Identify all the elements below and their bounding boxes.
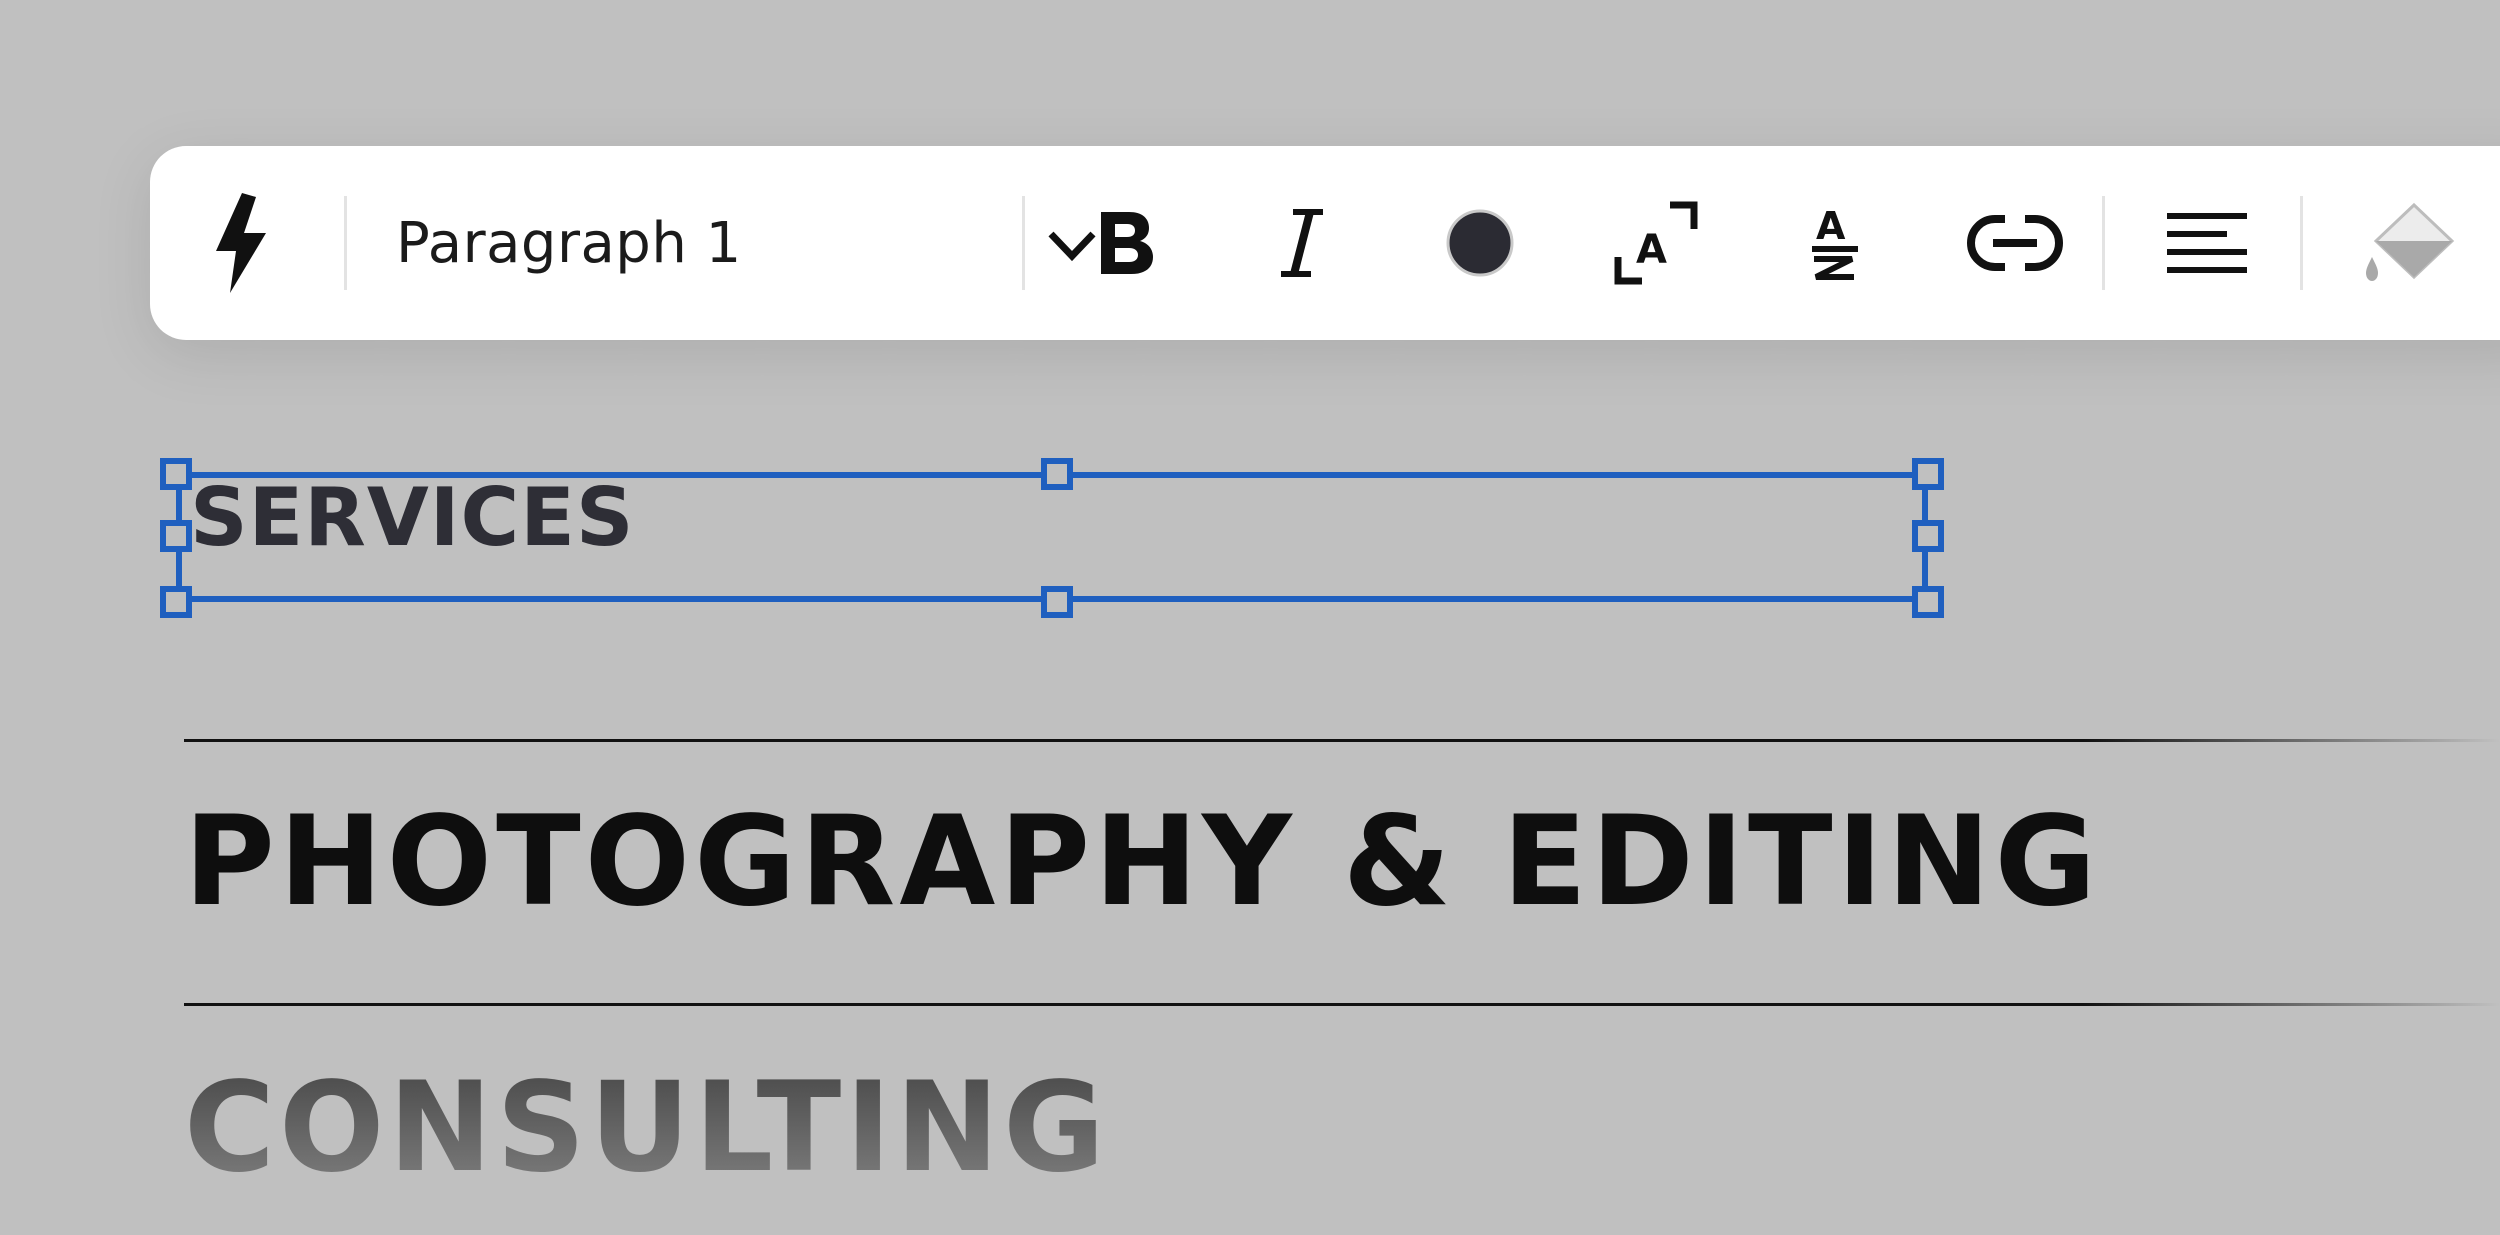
text-selection-box[interactable] (176, 472, 1928, 602)
resize-handle-bottom-left[interactable] (160, 586, 192, 618)
alignment-button[interactable] (2142, 146, 2272, 340)
resize-handle-bottom-center[interactable] (1041, 586, 1073, 618)
toolbar-divider (2300, 196, 2303, 290)
paint-bucket-icon (2366, 202, 2455, 281)
bold-icon (1101, 212, 1153, 274)
svg-text:A: A (1816, 204, 1846, 248)
divider-line (184, 739, 2500, 742)
resize-handle-middle-right[interactable] (1912, 520, 1944, 552)
text-style-dropdown[interactable]: Paragraph 1 (396, 146, 1116, 340)
resize-handle-top-center[interactable] (1041, 458, 1073, 490)
italic-icon (1281, 209, 1323, 277)
resize-handle-bottom-right[interactable] (1912, 586, 1944, 618)
service-title-photography[interactable]: PHOTOGRAPHY & EDITING (184, 800, 2100, 924)
link-icon (1967, 213, 2063, 273)
strikethrough-button[interactable]: A (1774, 146, 1894, 340)
strikethrough-icon: A (1812, 204, 1858, 280)
color-swatch (1446, 209, 1514, 277)
toolbar-divider (2102, 196, 2105, 290)
svg-text:A: A (1636, 227, 1667, 273)
service-title-consulting[interactable]: CONSULTING (184, 1066, 1109, 1190)
text-toolbar: Paragraph 1 A A (150, 146, 2500, 340)
bold-button[interactable] (1066, 146, 1186, 340)
lightning-bolt-icon (216, 193, 266, 293)
text-style-value: Paragraph 1 (396, 210, 742, 276)
toolbar-divider (344, 196, 347, 290)
resize-handle-top-right[interactable] (1912, 458, 1944, 490)
text-color-button[interactable] (1420, 146, 1540, 340)
text-size-button[interactable]: A (1596, 146, 1716, 340)
link-button[interactable] (1950, 146, 2080, 340)
divider-line (184, 1003, 2500, 1006)
resize-handle-top-left[interactable] (160, 458, 192, 490)
toolbar-divider (1022, 196, 1025, 290)
italic-button[interactable] (1242, 146, 1362, 340)
resize-text-icon: A (1614, 201, 1698, 285)
resize-handle-middle-left[interactable] (160, 520, 192, 552)
align-left-icon (2167, 213, 2247, 273)
quick-actions-button[interactable] (190, 146, 290, 340)
fill-button[interactable] (2348, 146, 2468, 340)
